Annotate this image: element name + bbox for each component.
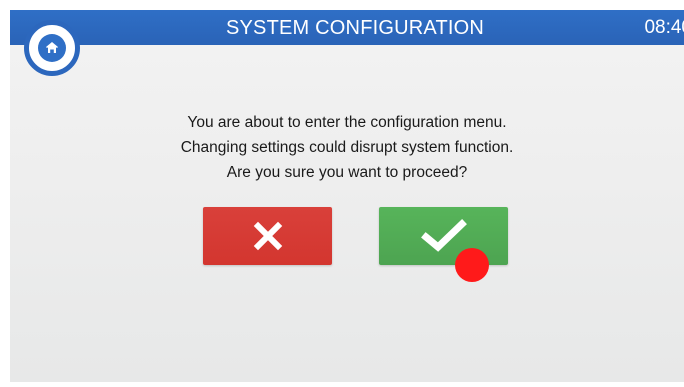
cancel-button[interactable] (203, 207, 332, 265)
header-bar: SYSTEM CONFIGURATION 08:40 (10, 10, 684, 45)
message-line: Changing settings could disrupt system f… (180, 139, 514, 156)
message-line: Are you sure you want to proceed? (226, 164, 468, 181)
touch-indicator (455, 248, 489, 282)
confirmation-message: You are about to enter the configuration… (10, 110, 684, 185)
clock: 08:40 (644, 17, 684, 38)
home-button[interactable] (24, 20, 80, 76)
photo-frame: SYSTEM CONFIGURATION 08:40 You are about… (0, 0, 684, 387)
device-screen: SYSTEM CONFIGURATION 08:40 You are about… (10, 10, 684, 382)
home-icon (38, 34, 66, 62)
message-line: You are about to enter the configuration… (187, 114, 507, 131)
confirm-button[interactable] (379, 207, 508, 265)
page-title: SYSTEM CONFIGURATION (225, 17, 485, 39)
close-icon (253, 221, 282, 251)
